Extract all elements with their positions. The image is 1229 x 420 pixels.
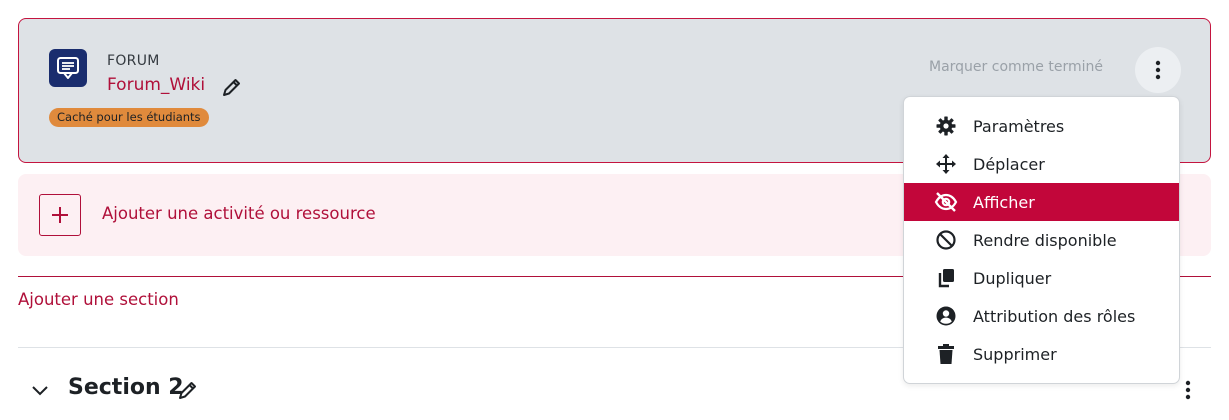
menu-item-roles[interactable]: Attribution des rôles (904, 297, 1179, 335)
plus-icon (52, 207, 68, 223)
menu-item-label: Déplacer (973, 154, 1045, 174)
menu-item-label: Dupliquer (973, 268, 1052, 288)
kebab-icon (1155, 60, 1161, 80)
activity-actions-menu: Paramètres Déplacer Afficher Rendre disp… (903, 96, 1180, 384)
add-activity-button[interactable] (39, 194, 81, 236)
menu-item-settings[interactable]: Paramètres (904, 107, 1179, 145)
menu-item-duplicate[interactable]: Dupliquer (904, 259, 1179, 297)
hidden-status-badge: Caché pour les étudiants (49, 108, 209, 127)
ban-icon (934, 228, 958, 252)
menu-item-move[interactable]: Déplacer (904, 145, 1179, 183)
menu-item-label: Attribution des rôles (973, 306, 1136, 326)
activity-name-link[interactable]: Forum_Wiki (107, 75, 205, 95)
activity-actions-button[interactable] (1135, 47, 1181, 93)
section-actions-button[interactable] (1176, 378, 1200, 402)
menu-item-label: Afficher (973, 192, 1035, 212)
mark-done-button[interactable]: Marquer comme terminé (929, 59, 1103, 75)
menu-item-label: Supprimer (973, 344, 1057, 364)
user-circle-icon (934, 304, 958, 328)
copy-icon (934, 266, 958, 290)
menu-item-make-available[interactable]: Rendre disponible (904, 221, 1179, 259)
menu-item-show[interactable]: Afficher (904, 183, 1179, 221)
menu-item-delete[interactable]: Supprimer (904, 335, 1179, 373)
menu-item-label: Rendre disponible (973, 230, 1117, 250)
trash-icon (934, 342, 958, 366)
pencil-icon[interactable] (177, 379, 199, 401)
menu-item-label: Paramètres (973, 116, 1065, 136)
chevron-down-icon[interactable] (30, 381, 50, 401)
move-icon (934, 152, 958, 176)
pencil-icon[interactable] (221, 76, 243, 98)
gear-icon (934, 114, 958, 138)
course-page: FORUM Forum_Wiki Caché pour les étudiant… (0, 0, 1229, 420)
add-section-link[interactable]: Ajouter une section (18, 290, 179, 309)
kebab-icon (1185, 380, 1191, 400)
forum-icon[interactable] (49, 49, 87, 87)
section-title: Section 2 (68, 375, 184, 400)
eye-slash-icon (934, 190, 958, 214)
add-activity-link[interactable]: Ajouter une activité ou ressource (102, 204, 376, 223)
activity-type-label: FORUM (107, 53, 160, 69)
